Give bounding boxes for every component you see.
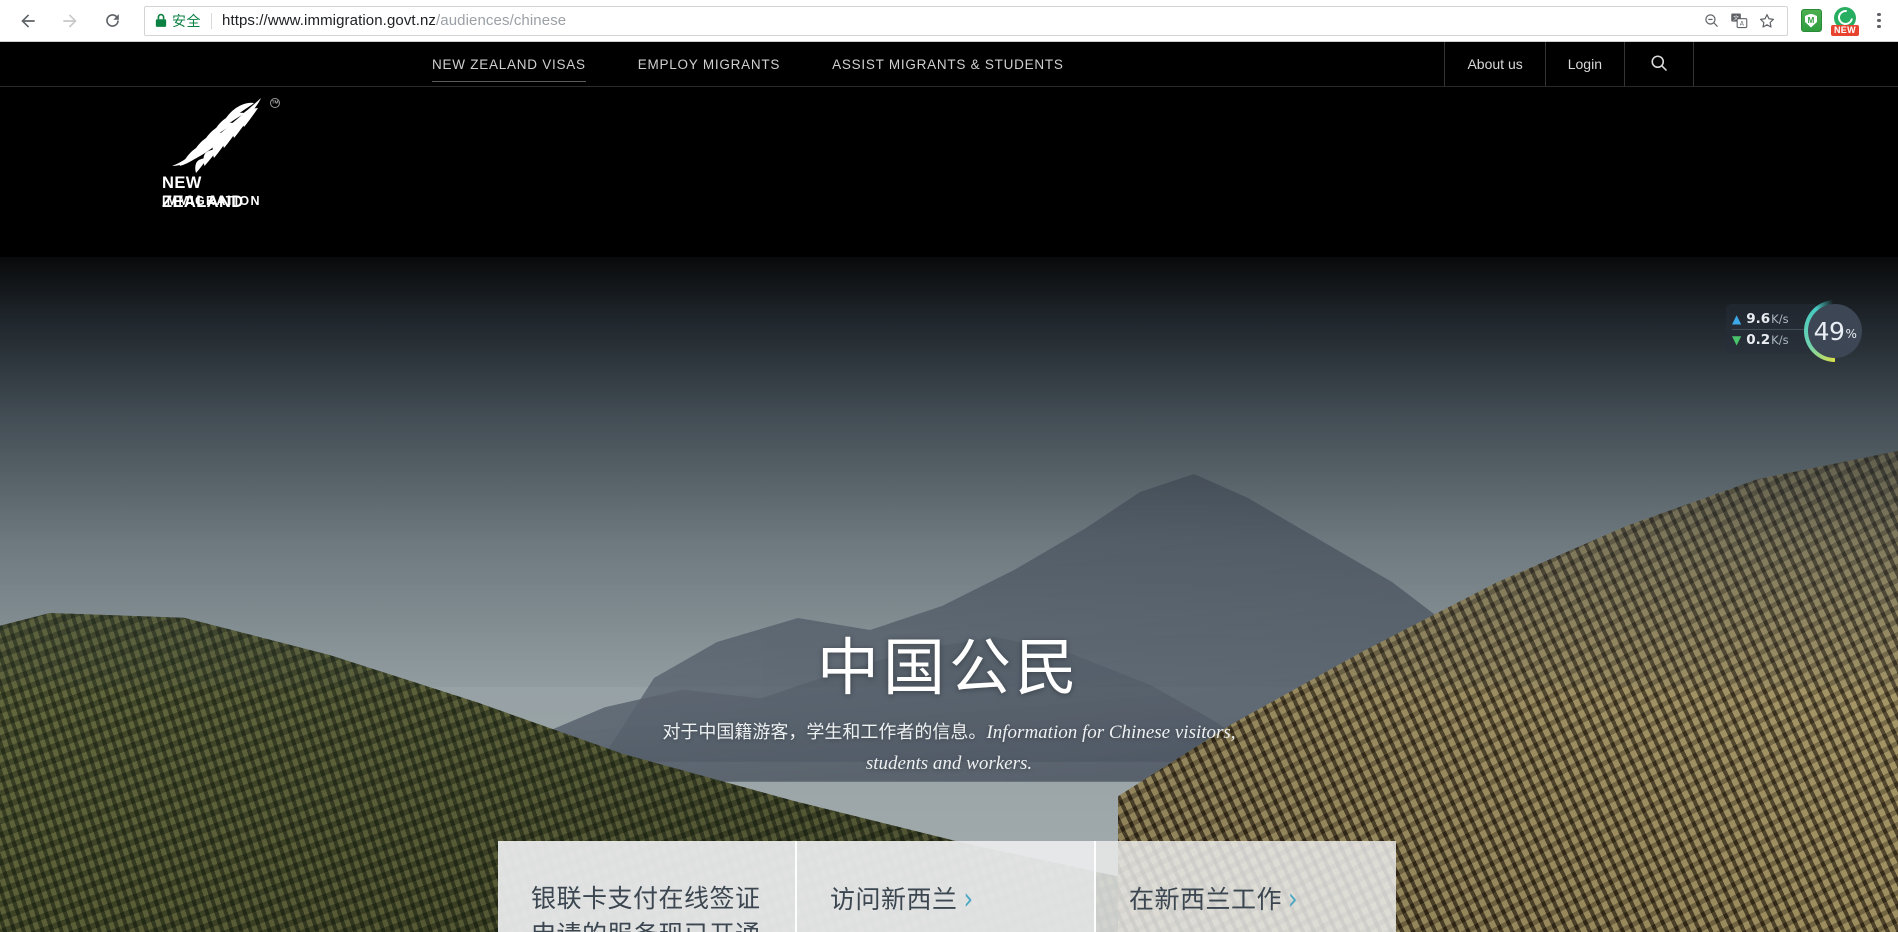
upload-arrow-icon: ▲ bbox=[1732, 311, 1742, 326]
chevron-right-icon: › bbox=[1288, 881, 1299, 917]
back-button[interactable] bbox=[10, 3, 46, 39]
three-dot-menu-icon[interactable] bbox=[1864, 4, 1894, 38]
lock-icon bbox=[155, 13, 167, 28]
nav-item-label: EMPLOY MIGRANTS bbox=[637, 56, 781, 72]
nav-item-label: NEW ZEALAND VISAS bbox=[432, 56, 586, 72]
main-navigation: NEW ZEALAND VISAS EMPLOY MIGRANTS ASSIST… bbox=[0, 42, 1898, 87]
nav-item-label: Login bbox=[1567, 56, 1602, 72]
translate-icon[interactable]: 文 A bbox=[1725, 8, 1753, 34]
nav-item-about-us[interactable]: About us bbox=[1444, 42, 1544, 86]
adblock-extension-icon[interactable]: NEW bbox=[1828, 4, 1862, 38]
zoom-out-icon[interactable] bbox=[1697, 8, 1725, 34]
nav-right-spacer bbox=[1693, 42, 1898, 86]
upload-rate-value: 9.6 bbox=[1746, 310, 1771, 327]
promo-card-grid: 银联卡支付在线签证申请的服务现已开通› UnionPay cards now a… bbox=[498, 841, 1396, 932]
nav-item-label: ASSIST MIGRANTS & STUDENTS bbox=[832, 56, 1064, 72]
site-header: NEW ZEALAND VISAS EMPLOY MIGRANTS ASSIST… bbox=[0, 42, 1898, 257]
promo-card-title-text: 银联卡支付在线签证申请的服务现已开通 bbox=[531, 884, 761, 932]
forward-button[interactable] bbox=[52, 3, 88, 39]
usage-gauge-unit: % bbox=[1845, 326, 1857, 341]
promo-card-title-text: 访问新西兰 bbox=[830, 885, 958, 914]
chevron-right-icon: › bbox=[963, 881, 974, 917]
svg-text:A: A bbox=[1740, 22, 1744, 28]
search-icon bbox=[1649, 53, 1669, 76]
mcafee-shield-glyph: M bbox=[1805, 13, 1817, 28]
page-title: 中国公民 bbox=[816, 631, 1081, 704]
usage-gauge-value: 49 bbox=[1813, 316, 1845, 346]
url-host: https://www.immigration.govt.nz bbox=[222, 12, 437, 29]
trademark-icon: ™ bbox=[270, 98, 280, 108]
url-path: /audiences/chinese bbox=[436, 12, 567, 29]
silver-fern-icon bbox=[172, 98, 261, 173]
url-text: https://www.immigration.govt.nz/audience… bbox=[222, 12, 566, 29]
bookmark-star-icon[interactable] bbox=[1753, 8, 1781, 34]
site-logo[interactable]: ™ NEW ZEALAND IMMIGRATION bbox=[160, 94, 280, 219]
hero-subtitle: 对于中国籍游客，学生和工作者的信息。Information for Chines… bbox=[629, 717, 1269, 779]
nav-item-assist-migrants-students[interactable]: ASSIST MIGRANTS & STUDENTS bbox=[806, 42, 1090, 86]
security-label: 安全 bbox=[172, 13, 201, 30]
usage-gauge: 49% bbox=[1804, 300, 1866, 362]
search-button[interactable] bbox=[1624, 42, 1693, 86]
nav-item-login[interactable]: Login bbox=[1544, 42, 1624, 86]
hero-subtitle-zh: 对于中国籍游客，学生和工作者的信息。 bbox=[662, 722, 987, 743]
nav-item-employ-migrants[interactable]: EMPLOY MIGRANTS bbox=[612, 42, 806, 86]
extension-icon-group: M NEW bbox=[1794, 4, 1864, 38]
nav-item-new-zealand-visas[interactable]: NEW ZEALAND VISAS bbox=[406, 42, 612, 86]
download-rate-unit: K/s bbox=[1771, 333, 1789, 347]
upload-rate-unit: K/s bbox=[1771, 311, 1789, 326]
page-viewport: 中国公民 对于中国籍游客，学生和工作者的信息。Information for C… bbox=[0, 42, 1898, 932]
download-rate-row: ▼ 0.2 K/s bbox=[1732, 329, 1812, 350]
hero-banner: 中国公民 对于中国籍游客，学生和工作者的信息。Information for C… bbox=[0, 257, 1898, 932]
mcafee-webadvisor-icon[interactable]: M bbox=[1794, 4, 1828, 38]
secondary-nav-group: About us Login bbox=[1444, 42, 1898, 86]
upload-rate-row: ▲ 9.6 K/s bbox=[1732, 308, 1812, 329]
promo-card-visit-nz[interactable]: 访问新西兰› 您可以在这里查找适合您的旅游访问签证。 You can explo… bbox=[797, 841, 1096, 932]
reload-button[interactable] bbox=[94, 3, 130, 39]
address-bar[interactable]: 安全 https://www.immigration.govt.nz/audie… bbox=[144, 5, 1788, 36]
new-badge: NEW bbox=[1831, 24, 1859, 36]
download-arrow-icon: ▼ bbox=[1732, 333, 1742, 347]
download-rate-value: 0.2 bbox=[1746, 332, 1771, 348]
nav-item-label: About us bbox=[1467, 56, 1523, 72]
promo-card-work-nz[interactable]: 在新西兰工作› 可供中国公民申请的特殊工作签证。 There are speci… bbox=[1096, 841, 1396, 932]
omnibox-icon-group: 文 A bbox=[1697, 8, 1781, 34]
promo-card-title: 访问新西兰 › bbox=[830, 881, 1061, 918]
logo-line-immigration: IMMIGRATION bbox=[162, 194, 261, 208]
network-monitor-widget[interactable]: ▲ 9.6 K/s ▼ 0.2 K/s 49% bbox=[1718, 300, 1866, 362]
usage-gauge-label: 49% bbox=[1814, 317, 1857, 346]
browser-toolbar: 安全 https://www.immigration.govt.nz/audie… bbox=[0, 0, 1898, 42]
omnibox-divider bbox=[211, 12, 212, 29]
promo-card-title: 银联卡支付在线签证申请的服务现已开通› bbox=[531, 881, 762, 932]
promo-card-title: 在新西兰工作 › bbox=[1129, 881, 1363, 918]
primary-nav-group: NEW ZEALAND VISAS EMPLOY MIGRANTS ASSIST… bbox=[406, 42, 1090, 86]
promo-card-title-text: 在新西兰工作 bbox=[1129, 885, 1283, 914]
promo-card-unionpay[interactable]: 银联卡支付在线签证申请的服务现已开通› UnionPay cards now a… bbox=[498, 841, 797, 932]
